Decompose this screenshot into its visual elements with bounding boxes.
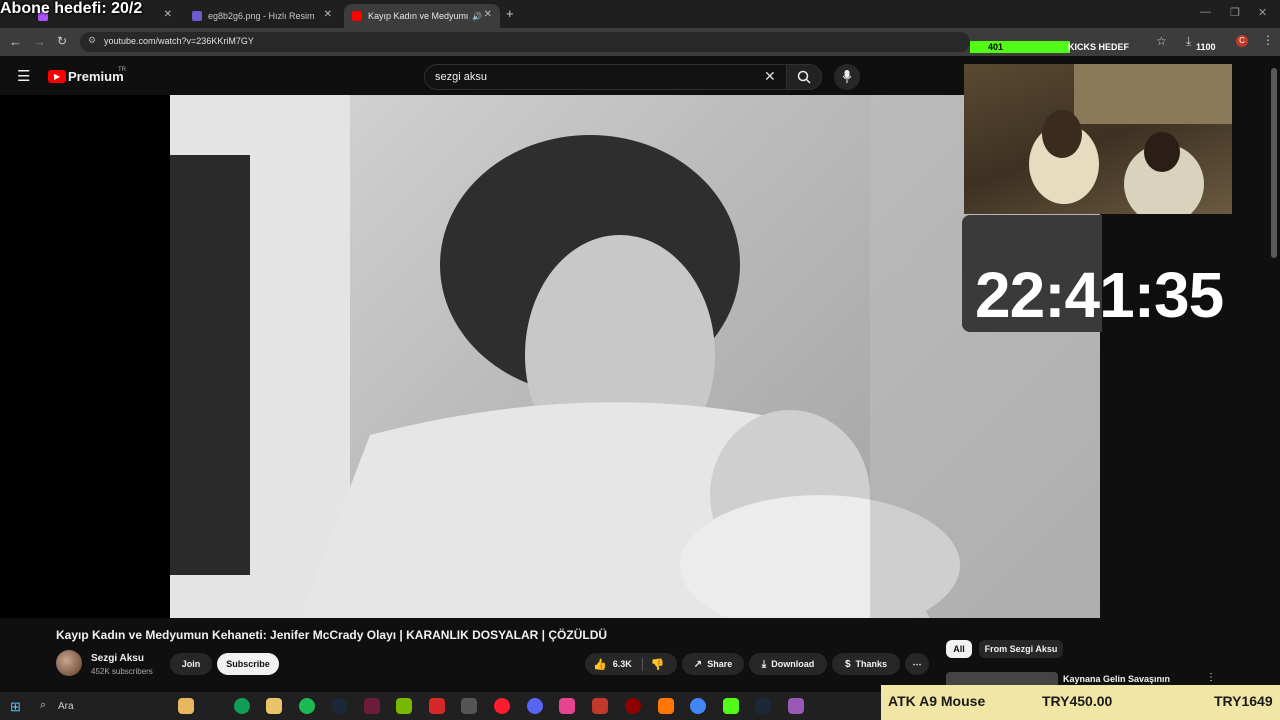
thanks-label: Thanks xyxy=(855,659,888,669)
site-info-icon[interactable]: ⚙ xyxy=(88,35,96,46)
subscriber-goal-overlay: Abone hedefi: 20/2 xyxy=(0,0,143,17)
webcam-image xyxy=(1029,64,1232,224)
maximize-icon[interactable]: ❐ xyxy=(1230,6,1240,19)
file-explorer-icon[interactable] xyxy=(266,698,282,714)
share-icon: ↗ xyxy=(693,658,703,670)
youtube-favicon-icon xyxy=(352,11,362,21)
bookmark-star-icon[interactable]: ☆ xyxy=(1156,34,1167,48)
widgets-icon[interactable] xyxy=(178,698,194,714)
more-dots-icon: ⋯ xyxy=(912,658,922,669)
like-icon[interactable]: 👍 xyxy=(593,658,607,671)
recommended-thumbnail[interactable] xyxy=(946,672,1058,686)
search-input[interactable]: sezgi aksu xyxy=(424,64,788,90)
app-icon[interactable] xyxy=(364,698,380,714)
video-frame[interactable] xyxy=(170,95,1100,618)
streamer-webcam xyxy=(964,64,1232,224)
tab-label: Kayıp Kadın ve Medyumun xyxy=(368,11,468,21)
app-pink-icon[interactable] xyxy=(559,698,575,714)
kicks-progress-bar: 401 xyxy=(970,41,1070,53)
clear-search-icon[interactable]: ✕ xyxy=(764,68,776,85)
discord-icon[interactable] xyxy=(527,698,543,714)
winrar-icon[interactable] xyxy=(788,698,804,714)
address-bar[interactable]: ⚙ youtube.com/watch?v=236KKriM7GY xyxy=(80,32,970,52)
profile-avatar-icon[interactable]: C xyxy=(1236,35,1248,47)
taskbar-search-icon: ⌕ xyxy=(40,699,47,711)
opera-icon[interactable] xyxy=(494,698,510,714)
ad-product-name: ATK A9 Mouse xyxy=(888,693,986,709)
tab-youtube-video[interactable]: Kayıp Kadın ve Medyumun 🔊 ✕ xyxy=(344,4,500,28)
steam-icon[interactable] xyxy=(331,698,347,714)
ad-sale-price: TRY450.00 xyxy=(1042,693,1113,709)
more-actions-button[interactable]: ⋯ xyxy=(905,653,929,675)
url-text: youtube.com/watch?v=236KKriM7GY xyxy=(104,36,254,46)
edge-browser-icon[interactable] xyxy=(234,698,250,714)
recommended-more-icon[interactable]: ⋮ xyxy=(1206,672,1216,683)
video-title: Kayıp Kadın ve Medyumun Kehaneti: Jenife… xyxy=(56,628,608,642)
download-label: Download xyxy=(771,659,815,669)
tab-label: eg8b2g6.png - Hızlı Resim xyxy=(208,11,315,21)
tab-favicon-icon xyxy=(192,11,202,21)
reload-icon[interactable]: ↻ xyxy=(57,34,67,48)
search-button[interactable] xyxy=(786,64,822,90)
share-label: Share xyxy=(707,659,733,669)
channel-name[interactable]: Sezgi Aksu xyxy=(91,653,144,664)
tab-close-icon[interactable]: ✕ xyxy=(324,9,332,20)
taskbar-search-text: Ara xyxy=(58,701,74,712)
tab-close-icon[interactable]: ✕ xyxy=(484,9,492,20)
new-tab-button[interactable]: + xyxy=(506,6,514,21)
app-red-icon[interactable] xyxy=(429,698,445,714)
subscribe-button[interactable]: Subscribe xyxy=(217,653,279,675)
minimize-icon[interactable]: — xyxy=(1200,6,1211,18)
forward-icon[interactable]: → xyxy=(33,34,46,49)
thanks-button[interactable]: $ Thanks xyxy=(832,653,900,675)
close-window-icon[interactable]: ✕ xyxy=(1258,6,1267,19)
hamburger-menu-icon[interactable]: ☰ xyxy=(17,67,30,85)
youtube-premium-logo[interactable]: Premium xyxy=(68,69,124,84)
back-icon[interactable]: ← xyxy=(9,34,22,49)
tab-close-icon[interactable]: ✕ xyxy=(164,9,172,20)
kicks-goal-label: KICKS HEDEF xyxy=(1068,42,1130,52)
ad-original-price: TRY1649 xyxy=(1214,693,1273,709)
stream-clock: 22:41:35 xyxy=(975,259,1224,331)
taskbar-search[interactable]: ⌕ Ara xyxy=(36,696,176,718)
kick-app-icon[interactable] xyxy=(723,698,739,714)
voicemeeter-icon[interactable] xyxy=(592,698,608,714)
subscriber-count: 452K subscribers xyxy=(91,667,153,676)
video-frame-image xyxy=(170,95,1100,618)
chip-from-channel[interactable]: From Sezgi Aksu xyxy=(979,640,1063,658)
tab-quick-image[interactable]: eg8b2g6.png - Hızlı Resim ✕ xyxy=(184,4,340,28)
download-icon[interactable]: ⤓ xyxy=(1186,34,1191,49)
download-icon: ⤓ xyxy=(761,658,767,670)
region-code: TR xyxy=(118,67,126,73)
share-button[interactable]: ↗ Share xyxy=(682,653,744,675)
voice-search-button[interactable] xyxy=(834,64,860,90)
search-icon xyxy=(797,70,811,84)
recommended-video-title[interactable]: Kaynana Gelin Savaşının xyxy=(1063,674,1170,684)
speaker-icon[interactable]: 🔊 xyxy=(472,12,482,21)
kicks-goal-target: 1100 xyxy=(1196,42,1216,52)
app-gray-icon[interactable] xyxy=(461,698,477,714)
soundcloud-icon[interactable] xyxy=(658,698,674,714)
steam-window-icon[interactable] xyxy=(755,698,771,714)
microphone-icon xyxy=(842,70,852,83)
page-scrollbar[interactable] xyxy=(1271,68,1277,258)
chip-all[interactable]: All xyxy=(946,640,972,658)
app-dark-red-icon[interactable] xyxy=(625,698,641,714)
like-count[interactable]: 6.3K xyxy=(613,659,632,669)
windows-start-icon[interactable]: ⊞ xyxy=(10,699,21,715)
download-button[interactable]: ⤓ Download xyxy=(749,653,827,675)
join-button[interactable]: Join xyxy=(170,653,212,675)
like-dislike-group: 👍 6.3K 👎 xyxy=(585,653,677,675)
dislike-icon[interactable]: 👎 xyxy=(641,657,664,671)
thanks-icon: $ xyxy=(844,658,851,670)
channel-avatar[interactable] xyxy=(56,650,82,676)
nvidia-icon[interactable] xyxy=(396,698,412,714)
chrome-icon[interactable] xyxy=(690,698,706,714)
spotify-icon[interactable] xyxy=(299,698,315,714)
youtube-logo-icon[interactable]: ▶ xyxy=(48,70,66,83)
browser-menu-icon[interactable]: ⋮ xyxy=(1262,33,1274,47)
search-input-value: sezgi aksu xyxy=(435,71,487,83)
